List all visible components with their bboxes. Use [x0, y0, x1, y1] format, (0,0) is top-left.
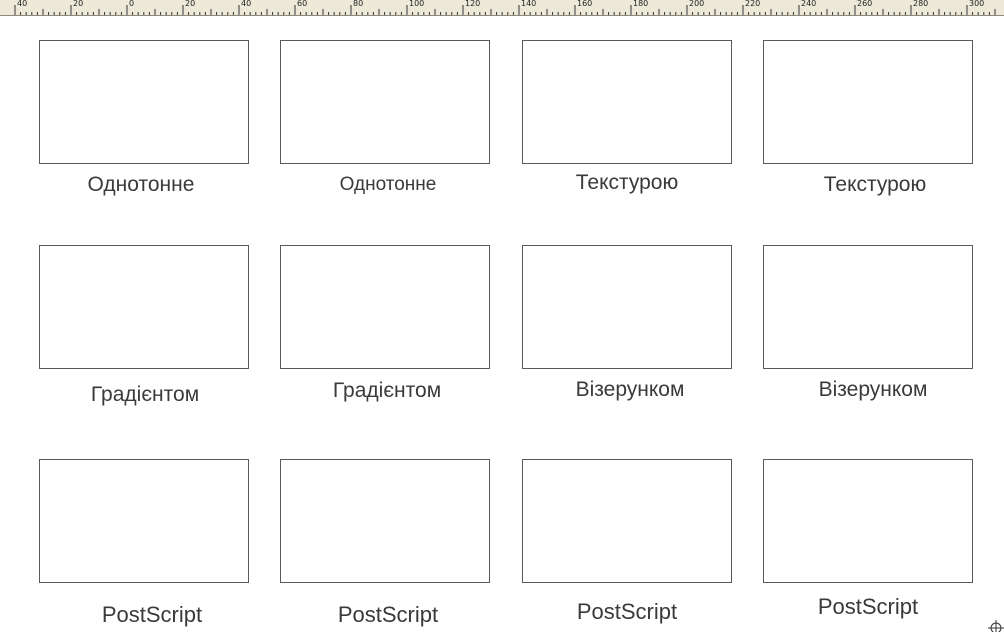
ruler-label: 0: [129, 0, 135, 8]
crosshair-target-icon[interactable]: [986, 618, 1004, 634]
ruler-label: 280: [913, 0, 929, 8]
fill-sample-label: Візерунком: [818, 378, 928, 401]
fill-sample-label: PostScript: [337, 602, 439, 627]
fill-sample-frame[interactable]: [39, 459, 249, 583]
ruler-label: 40: [17, 0, 28, 8]
fill-sample-label: PostScript: [817, 594, 919, 619]
fill-sample-label: Візерунком: [575, 378, 685, 401]
fill-sample-label: PostScript: [101, 602, 203, 627]
fill-sample-label: Однотонне: [339, 174, 437, 195]
ruler-label: 180: [633, 0, 649, 8]
fill-sample-frame[interactable]: [522, 40, 732, 164]
ruler-label: 100: [409, 0, 425, 8]
ruler-label: 140: [521, 0, 537, 8]
ruler-label: 240: [801, 0, 817, 8]
ruler-label: 120: [465, 0, 481, 8]
ruler-label: 20: [73, 0, 84, 8]
fill-sample-frame[interactable]: [522, 245, 732, 369]
ruler-ticks: [14, 5, 996, 15]
fill-sample-label: Текстурою: [575, 171, 679, 194]
fill-sample-label: Текстурою: [823, 173, 927, 196]
ruler-label: 40: [241, 0, 252, 8]
fill-sample-label: Градієнтом: [90, 383, 200, 406]
ruler-label: 200: [689, 0, 705, 8]
fill-sample-frame[interactable]: [522, 459, 732, 583]
fill-sample-frame[interactable]: [280, 40, 490, 164]
horizontal-ruler: 40 20 0 20 40 60 80 100 120 140 160 180 200 220 240 260…: [0, 0, 1004, 16]
fill-sample-frame[interactable]: [763, 459, 973, 583]
fill-sample-label: Однотонне: [87, 173, 195, 196]
ruler-label: 60: [297, 0, 308, 8]
fill-sample-frame[interactable]: [763, 40, 973, 164]
ruler-label: 80: [353, 0, 364, 8]
ruler-label: 160: [577, 0, 593, 8]
fill-sample-label: Градієнтом: [332, 379, 442, 402]
fill-sample-frame[interactable]: [39, 245, 249, 369]
fill-sample-frame[interactable]: [280, 245, 490, 369]
fill-sample-frame[interactable]: [280, 459, 490, 583]
drawing-canvas[interactable]: Однотонне Однотонне Текстурою Текстурою …: [0, 16, 1004, 632]
fill-sample-label: PostScript: [576, 599, 678, 624]
ruler-label: 220: [745, 0, 761, 8]
fill-sample-frame[interactable]: [763, 245, 973, 369]
ruler-label: 260: [857, 0, 873, 8]
ruler-label: 20: [185, 0, 196, 8]
ruler-label: 300: [969, 0, 985, 8]
fill-sample-frame[interactable]: [39, 40, 249, 164]
